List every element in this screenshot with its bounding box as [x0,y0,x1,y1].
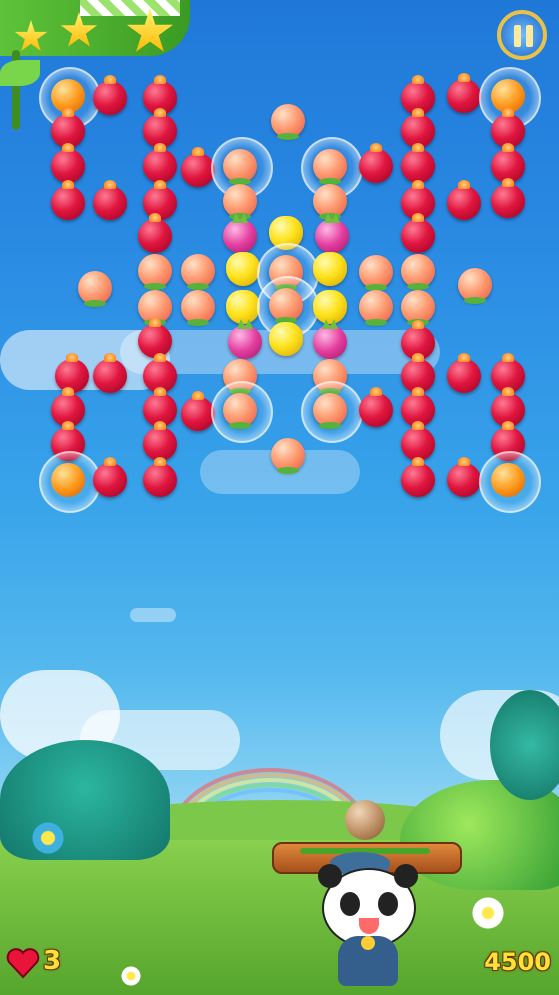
orange-fruit[interactable] [491,463,525,497]
pomegranate-fruit[interactable] [143,143,177,183]
mango-fruit[interactable] [313,290,347,324]
pomegranate-fruit[interactable] [51,143,85,183]
pomegranate-fruit[interactable] [447,73,481,113]
panda-bell [361,936,375,950]
pomegranate-fruit[interactable] [447,457,481,497]
pomegranate-fruit[interactable] [401,213,435,253]
flower-icon [120,965,142,987]
peach-fruit[interactable] [138,254,172,290]
pomegranate-fruit[interactable] [359,387,393,427]
dragon-fruit-fruit[interactable] [313,325,347,359]
flower-icon [470,895,506,931]
pomegranate-fruit[interactable] [93,457,127,497]
dragon-fruit-fruit[interactable] [228,325,262,359]
pomegranate-fruit[interactable] [138,318,172,358]
peach-fruit[interactable] [401,290,435,326]
dragon-fruit-fruit[interactable] [223,219,257,253]
pomegranate-fruit[interactable] [447,180,481,220]
peach-fruit[interactable] [313,184,347,220]
peach-fruit[interactable] [359,255,393,291]
lives-count: 3 [43,946,62,976]
peach-fruit[interactable] [269,288,303,324]
peach-fruit[interactable] [401,254,435,290]
game-stage[interactable]: 3 4500 [0,0,559,995]
pomegranate-fruit[interactable] [401,143,435,183]
peach-fruit[interactable] [359,290,393,326]
pomegranate-fruit[interactable] [51,180,85,220]
pomegranate-fruit[interactable] [491,178,525,218]
pomegranate-fruit[interactable] [401,457,435,497]
fruit-board[interactable] [0,0,559,520]
pomegranate-fruit[interactable] [143,457,177,497]
peach-fruit[interactable] [313,393,347,429]
peach-fruit[interactable] [223,184,257,220]
cloud [130,608,176,622]
score: 4500 [484,948,551,976]
mango-fruit[interactable] [269,322,303,356]
bush-left [0,740,170,860]
pomegranate-fruit[interactable] [359,143,393,183]
peach-fruit[interactable] [181,290,215,326]
flower-icon [30,820,66,856]
mango-fruit[interactable] [226,290,260,324]
pomegranate-fruit[interactable] [93,353,127,393]
mango-fruit[interactable] [313,252,347,286]
pomegranate-fruit[interactable] [181,147,215,187]
peach-fruit[interactable] [271,438,305,474]
peach-fruit[interactable] [271,104,305,140]
walnut-ball[interactable] [345,800,385,840]
heart-icon [6,948,40,979]
pomegranate-fruit[interactable] [447,353,481,393]
pomegranate-fruit[interactable] [143,421,177,461]
pomegranate-fruit[interactable] [401,421,435,461]
peach-fruit[interactable] [458,268,492,304]
mango-fruit[interactable] [226,252,260,286]
peach-fruit[interactable] [181,254,215,290]
peach-fruit[interactable] [223,149,257,185]
orange-fruit[interactable] [51,463,85,497]
pomegranate-fruit[interactable] [93,75,127,115]
peach-fruit[interactable] [313,149,347,185]
peach-fruit[interactable] [223,393,257,429]
pomegranate-fruit[interactable] [93,180,127,220]
peach-fruit[interactable] [78,271,112,307]
pomegranate-fruit[interactable] [138,213,172,253]
pomegranate-fruit[interactable] [181,391,215,431]
dragon-fruit-fruit[interactable] [315,219,349,253]
